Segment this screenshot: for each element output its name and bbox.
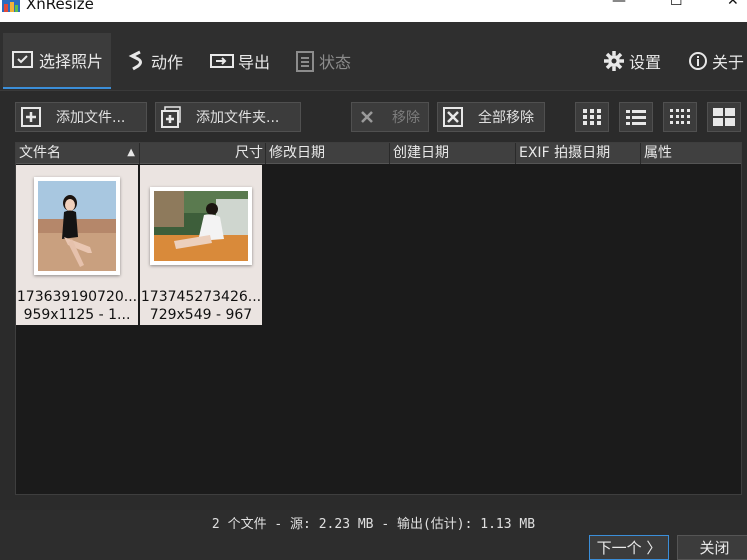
add-folder-icon <box>161 106 181 128</box>
tab-export[interactable]: 导出 <box>210 33 270 89</box>
file-list[interactable]: 文件名 ▲ 尺寸 修改日期 创建日期 EXIF 拍摄日期 属性 17363919… <box>15 142 742 495</box>
file-info: 729x549 - 967 <box>149 307 253 323</box>
remove-label: 移除 <box>392 110 420 126</box>
file-thumbnail[interactable]: 173639190720... 959x1125 - 1... <box>16 165 138 325</box>
remove-icon <box>361 111 373 123</box>
sort-ascending-icon: ▲ <box>127 147 135 158</box>
tab-settings[interactable]: 设置 <box>603 33 661 89</box>
remove-all-label: 全部移除 <box>478 110 534 126</box>
photo-thumbnail <box>150 187 252 265</box>
column-header-modified-date[interactable]: 修改日期 <box>266 143 390 164</box>
info-icon <box>688 51 708 71</box>
app-icon <box>2 0 20 12</box>
column-label: 文件名 <box>19 145 61 161</box>
tab-label: 状态 <box>319 53 352 72</box>
status-summary: 2 个文件 - 源: 2.23 MB - 输出(估计): 1.13 MB <box>211 517 536 532</box>
close-button[interactable]: 关闭 <box>677 535 747 560</box>
remove-button[interactable]: 移除 <box>351 102 429 132</box>
minimize-button[interactable]: — <box>612 0 626 9</box>
title-bar: XnResize — ☐ ✕ <box>0 0 747 22</box>
column-header-created-date[interactable]: 创建日期 <box>390 143 516 164</box>
tab-label: 选择照片 <box>39 52 104 71</box>
window-title: XnResize <box>26 0 94 13</box>
tab-bar: 选择照片 动作 导出 状态 设置 关于 <box>0 22 747 90</box>
tab-label: 动作 <box>151 53 184 72</box>
photo-thumbnail <box>34 177 120 275</box>
select-photos-icon <box>11 49 35 71</box>
column-header-size[interactable]: 尺寸 <box>140 143 266 164</box>
add-file-icon <box>21 107 41 127</box>
remove-all-icon <box>443 107 463 127</box>
tab-label: 关于 <box>712 53 745 72</box>
export-icon <box>210 50 234 72</box>
status-icon <box>295 50 315 72</box>
select-photos-panel: 添加文件... 添加文件夹... 移除 全部移除 文件名 ▲ 尺寸 修改日期 创… <box>0 90 747 510</box>
view-list-button[interactable] <box>619 102 653 132</box>
add-files-button[interactable]: 添加文件... <box>15 102 147 132</box>
file-name: 173745273426... <box>140 289 262 305</box>
remove-all-button[interactable]: 全部移除 <box>437 102 545 132</box>
column-label: 创建日期 <box>393 145 449 161</box>
file-thumbnail[interactable]: 173745273426... 729x549 - 967 <box>140 165 262 325</box>
tab-label: 设置 <box>629 53 662 72</box>
file-info: 959x1125 - 1... <box>23 307 131 323</box>
tab-status[interactable]: 状态 <box>295 33 351 89</box>
file-name: 173639190720... <box>16 289 138 305</box>
add-files-label: 添加文件... <box>56 110 126 126</box>
gear-icon <box>603 50 625 72</box>
column-label: 修改日期 <box>269 145 325 161</box>
tab-label: 导出 <box>238 53 271 72</box>
view-large-grid-button[interactable] <box>575 102 609 132</box>
list-header: 文件名 ▲ 尺寸 修改日期 创建日期 EXIF 拍摄日期 属性 <box>16 143 741 164</box>
small-grid-view-icon <box>670 109 690 124</box>
add-folder-button[interactable]: 添加文件夹... <box>155 102 301 132</box>
tab-select-photos[interactable]: 选择照片 <box>3 33 111 89</box>
column-label: 属性 <box>644 145 672 161</box>
column-label: 尺寸 <box>235 145 263 161</box>
view-tiles-button[interactable] <box>707 102 741 132</box>
add-folder-label: 添加文件夹... <box>196 110 280 126</box>
maximize-button[interactable]: ☐ <box>670 0 683 9</box>
tab-actions[interactable]: 动作 <box>127 33 183 89</box>
column-label: EXIF 拍摄日期 <box>519 145 611 161</box>
list-view-icon <box>626 110 646 125</box>
tiles-view-icon <box>713 108 735 126</box>
view-small-grid-button[interactable] <box>663 102 697 132</box>
column-header-filename[interactable]: 文件名 ▲ <box>16 143 140 164</box>
next-button[interactable]: 下一个 〉 <box>589 535 669 560</box>
close-window-button[interactable]: ✕ <box>727 0 739 9</box>
grid-view-icon <box>583 109 601 125</box>
column-header-attributes[interactable]: 属性 <box>641 143 741 164</box>
column-header-exif-date[interactable]: EXIF 拍摄日期 <box>516 143 641 164</box>
tab-about[interactable]: 关于 <box>688 33 744 89</box>
actions-icon <box>127 50 147 72</box>
